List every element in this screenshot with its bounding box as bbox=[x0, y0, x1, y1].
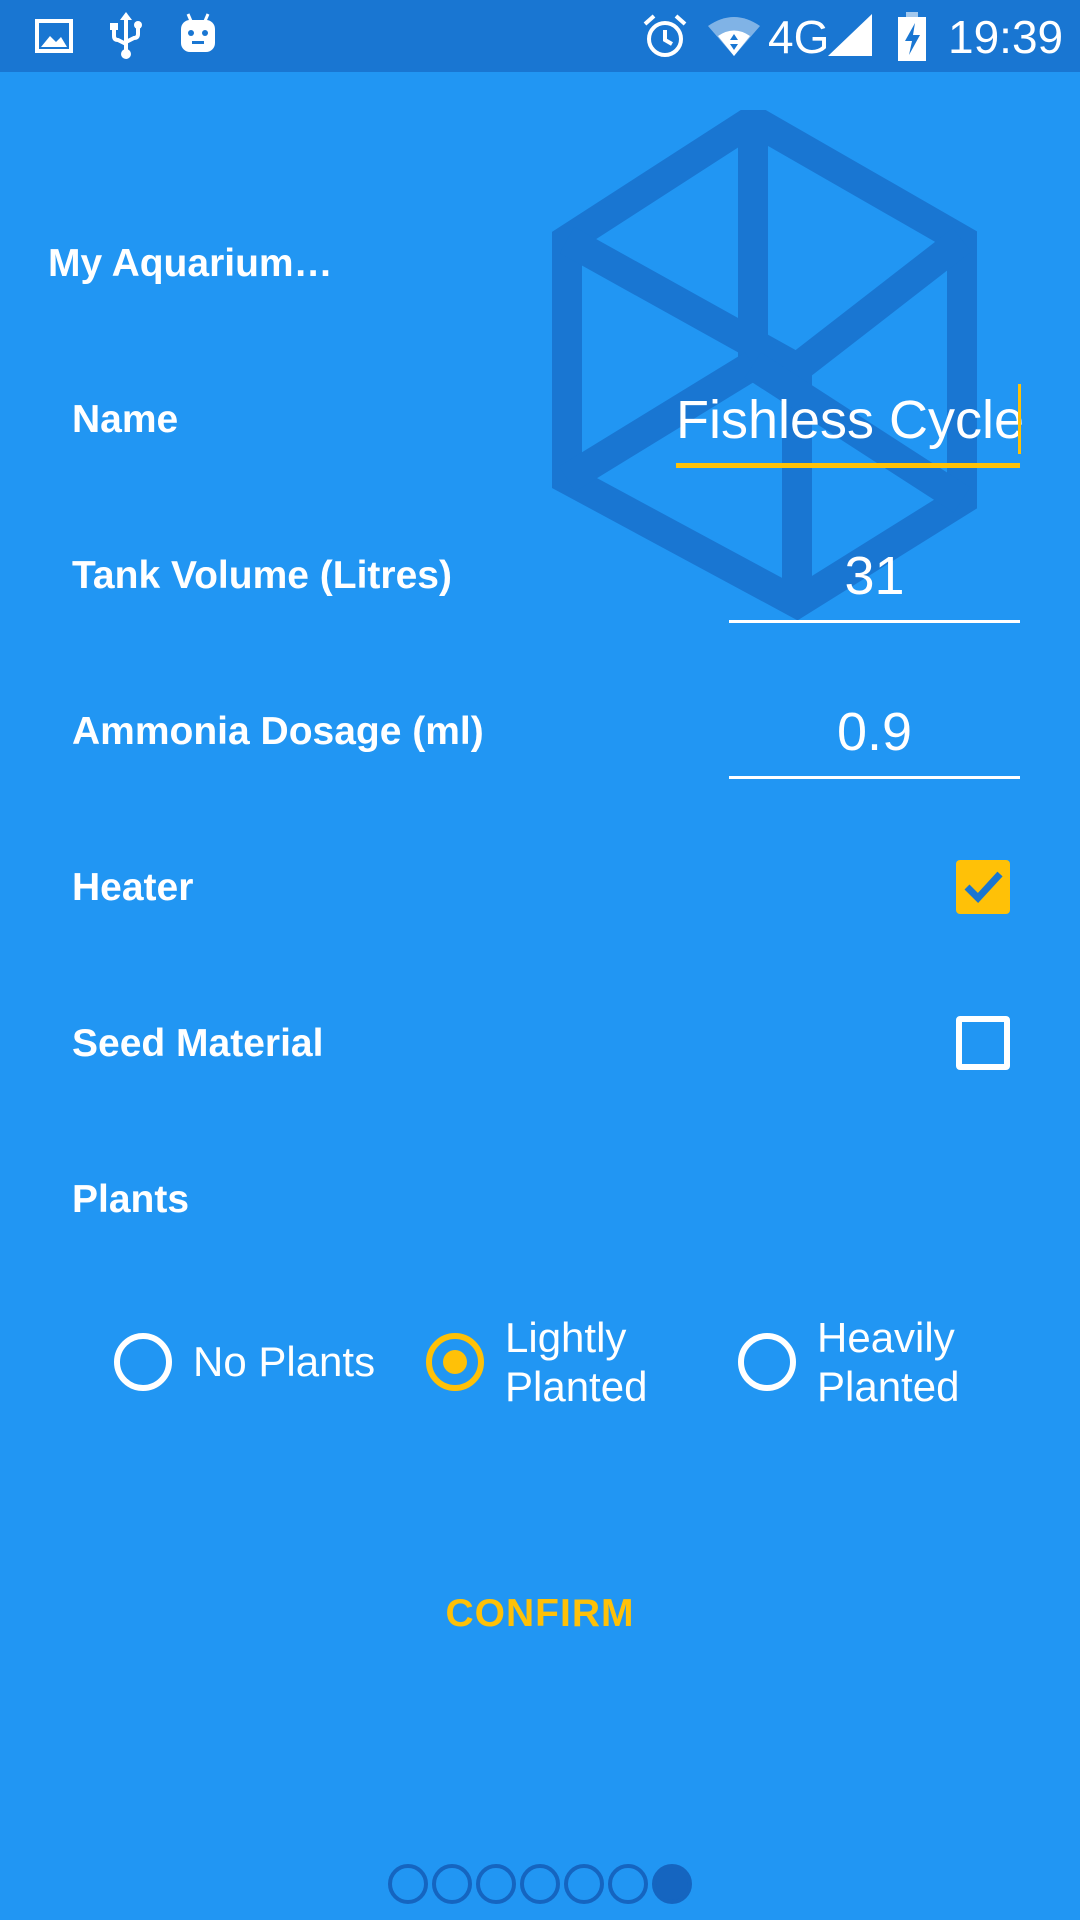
tank-volume-input[interactable]: 31 bbox=[729, 540, 1020, 612]
pager-dot-2[interactable] bbox=[432, 1864, 472, 1904]
status-bar: 4G 19:39 bbox=[0, 0, 1080, 72]
confirm-button[interactable]: CONFIRM bbox=[390, 1583, 690, 1645]
heavily-planted-radio[interactable] bbox=[738, 1333, 796, 1391]
signal-icon bbox=[826, 14, 874, 63]
tank-volume-label: Tank Volume (Litres) bbox=[72, 554, 452, 597]
name-input-underline bbox=[676, 463, 1020, 468]
heavily-planted-label-line2: Planted bbox=[817, 1363, 960, 1410]
pager-dot-5[interactable] bbox=[564, 1864, 604, 1904]
image-icon bbox=[34, 16, 74, 61]
radio-selected-dot bbox=[443, 1350, 467, 1374]
pager-dot-6[interactable] bbox=[608, 1864, 648, 1904]
lightly-planted-radio[interactable] bbox=[426, 1333, 484, 1391]
text-caret bbox=[1018, 384, 1021, 454]
no-plants-label: No Plants bbox=[193, 1338, 376, 1385]
clock: 19:39 bbox=[948, 11, 1064, 63]
no-plants-radio[interactable] bbox=[114, 1333, 172, 1391]
tank-volume-underline bbox=[729, 620, 1020, 623]
ammonia-dosage-underline bbox=[729, 776, 1020, 779]
android-icon bbox=[178, 12, 218, 61]
wifi-icon bbox=[706, 14, 762, 63]
alarm-icon bbox=[642, 12, 688, 65]
pager-dot-4[interactable] bbox=[520, 1864, 560, 1904]
seed-material-label: Seed Material bbox=[72, 1022, 324, 1065]
seed-material-checkbox[interactable] bbox=[956, 1016, 1010, 1070]
plants-label: Plants bbox=[72, 1178, 190, 1221]
heater-checkbox[interactable] bbox=[956, 860, 1010, 914]
page-title: My Aquarium… bbox=[48, 242, 333, 285]
pager-dot-7[interactable] bbox=[652, 1864, 692, 1904]
network-type: 4G bbox=[768, 11, 830, 63]
heavily-planted-label-line1: Heavily bbox=[817, 1314, 955, 1361]
ammonia-dosage-input[interactable]: 0.9 bbox=[729, 696, 1020, 768]
name-input[interactable]: Fishless Cycle bbox=[676, 384, 1024, 456]
name-label: Name bbox=[72, 398, 179, 441]
lightly-planted-label-line1: Lightly bbox=[505, 1314, 627, 1361]
battery-charging-icon bbox=[896, 12, 928, 67]
pager-dot-3[interactable] bbox=[476, 1864, 516, 1904]
ammonia-dosage-label: Ammonia Dosage (ml) bbox=[72, 710, 484, 753]
pager-dot-1[interactable] bbox=[388, 1864, 428, 1904]
heater-label: Heater bbox=[72, 866, 194, 909]
lightly-planted-label-line2: Planted bbox=[505, 1363, 648, 1410]
usb-icon bbox=[106, 12, 146, 65]
check-icon bbox=[964, 871, 1003, 904]
